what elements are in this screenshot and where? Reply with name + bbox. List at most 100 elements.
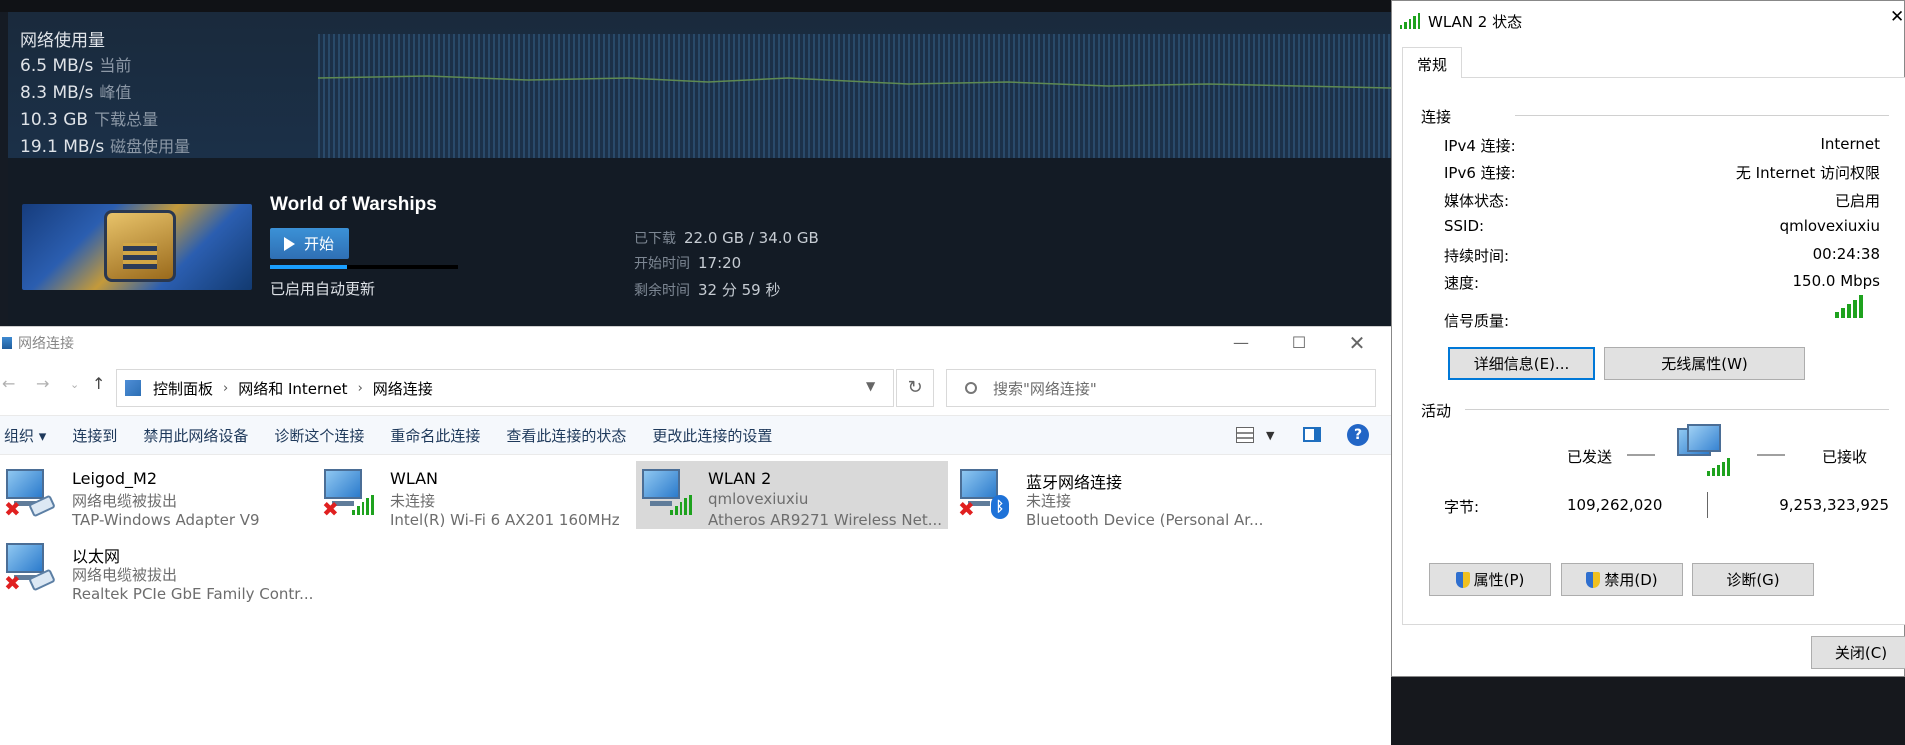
shield-icon <box>1586 571 1601 588</box>
refresh-button[interactable]: ↻ <box>896 369 934 407</box>
maximize-button[interactable]: ☐ <box>1276 327 1322 359</box>
back-arrow-icon[interactable]: ← <box>2 374 15 393</box>
list-item[interactable]: ✖ Leigod_M2 网络电缆被拔出 TAP-Windows Adapter … <box>0 461 312 529</box>
up-arrow-icon[interactable]: ↑ <box>92 374 105 393</box>
network-usage-graph <box>8 12 1391 158</box>
sent-label: 已发送 <box>1567 448 1613 466</box>
search-icon <box>965 382 977 394</box>
stat-current: 6.5 MB/s 当前 <box>20 56 132 76</box>
bytes-sent: 109,262,020 <box>1567 496 1663 514</box>
bytes-label: 字节: <box>1444 498 1480 516</box>
dialog-title: WLAN 2 状态 <box>1428 12 1523 31</box>
game-badge-icon <box>104 210 176 282</box>
diagnose-button[interactable]: 诊断(G) <box>1692 563 1814 596</box>
view-dropdown-chevron-icon[interactable]: ▼ <box>1266 429 1274 442</box>
item-status: qmlovexiuxiu <box>708 490 809 508</box>
control-panel-icon <box>125 380 141 396</box>
change-view-icon[interactable] <box>1236 427 1254 443</box>
cmd-view-status[interactable]: 查看此连接的状态 <box>506 425 626 446</box>
cmd-connect-to[interactable]: 连接到 <box>72 425 117 446</box>
cmd-change-settings[interactable]: 更改此连接的设置 <box>652 425 772 446</box>
download-progress-bar <box>270 265 458 269</box>
start-time-info: 开始时间 17:20 <box>634 254 742 272</box>
command-bar: 组织 ▾ 连接到 禁用此网络设备 诊断这个连接 重命名此连接 查看此连接的状态 … <box>0 415 1391 455</box>
recent-locations-chevron-icon[interactable]: ⌄ <box>70 378 79 391</box>
list-item[interactable]: ✖ 以太网 网络电缆被拔出 Realtek PCIe GbE Family Co… <box>0 535 314 603</box>
breadcrumb-separator-icon[interactable]: › <box>223 381 228 396</box>
network-folder-icon <box>2 337 12 349</box>
field-ssid: SSID: qmlovexiuxiu <box>1444 217 1880 235</box>
signal-quality-icon <box>1835 294 1863 318</box>
breadcrumb-separator-icon[interactable]: › <box>358 381 363 396</box>
field-ipv6: IPv6 连接: 无 Internet 访问权限 <box>1444 164 1880 182</box>
search-input[interactable]: 搜索"网络连接" <box>946 369 1376 407</box>
game-title[interactable]: World of Warships <box>270 194 437 216</box>
graph-line <box>317 75 1391 89</box>
dialog-titlebar: WLAN 2 状态 <box>1392 1 1904 41</box>
item-name: WLAN <box>390 469 439 488</box>
wireless-properties-button[interactable]: 无线属性(W) <box>1604 347 1805 380</box>
stat-peak: 8.3 MB/s 峰值 <box>20 83 132 103</box>
download-progress-fill <box>270 265 348 269</box>
stat-total: 10.3 GB 下载总量 <box>20 110 159 130</box>
search-placeholder: 搜索"网络连接" <box>993 379 1097 398</box>
item-device: Realtek PCIe GbE Family Contr... <box>72 585 314 603</box>
item-status: 网络电缆被拔出 <box>72 492 178 510</box>
divider <box>1465 409 1889 410</box>
wlan-status-dialog: WLAN 2 状态 ✕ 常规 连接 IPv4 连接: Internet IPv6 … <box>1391 0 1905 677</box>
item-device: Intel(R) Wi-Fi 6 AX201 160MHz <box>390 511 620 529</box>
start-button[interactable]: 开始 <box>270 228 349 259</box>
dialog-body: 连接 IPv4 连接: Internet IPv6 连接: 无 Internet 访… <box>1402 77 1905 625</box>
network-usage-title: 网络使用量 <box>20 31 105 51</box>
auto-update-status: 已启用自动更新 <box>270 280 376 298</box>
wifi-signal-icon <box>1400 13 1421 29</box>
properties-button[interactable]: 属性(P) <box>1429 563 1551 596</box>
breadcrumb-network-internet[interactable]: 网络和 Internet <box>238 378 347 399</box>
cmd-rename[interactable]: 重命名此连接 <box>390 425 480 446</box>
remaining-time-info: 剩余时间 32 分 59 秒 <box>634 281 781 299</box>
cmd-organize[interactable]: 组织 ▾ <box>4 425 46 446</box>
preview-pane-icon[interactable] <box>1303 427 1321 442</box>
cmd-diagnose[interactable]: 诊断这个连接 <box>274 425 364 446</box>
address-bar[interactable]: 控制面板 › 网络和 Internet › 网络连接 <box>116 369 894 407</box>
bluetooth-disconnected-icon: ᛒ ✖ <box>958 469 1009 519</box>
tab-general[interactable]: 常规 <box>1402 47 1463 78</box>
shield-icon <box>1455 571 1470 588</box>
close-dialog-button[interactable]: 关闭(C) <box>1811 636 1905 669</box>
dialog-close-icon[interactable]: ✕ <box>1890 7 1904 27</box>
item-device: TAP-Windows Adapter V9 <box>72 511 260 529</box>
item-device: Bluetooth Device (Personal Ar... <box>1026 511 1264 529</box>
activity-divider <box>1707 492 1708 518</box>
disable-button[interactable]: 禁用(D) <box>1561 563 1683 596</box>
item-name: Leigod_M2 <box>72 469 158 488</box>
details-button[interactable]: 详细信息(E)... <box>1448 347 1595 380</box>
cmd-disable-device[interactable]: 禁用此网络设备 <box>143 425 248 446</box>
minimize-button[interactable]: — <box>1218 327 1264 359</box>
help-icon[interactable]: ? <box>1347 424 1369 446</box>
list-item[interactable]: ✖ WLAN 未连接 Intel(R) Wi-Fi 6 AX201 160MHz <box>318 461 630 529</box>
divider <box>1515 115 1889 116</box>
list-item-selected[interactable]: WLAN 2 qmlovexiuxiu Atheros AR9271 Wirel… <box>636 461 948 529</box>
breadcrumb-control-panel[interactable]: 控制面板 <box>153 378 213 399</box>
breadcrumb-network-connections[interactable]: 网络连接 <box>373 378 433 399</box>
connection-section-title: 连接 <box>1421 108 1452 126</box>
field-duration: 持续时间: 00:24:38 <box>1444 245 1880 265</box>
explorer-title: 网络连接 <box>18 336 74 352</box>
close-button[interactable]: ✕ <box>1334 327 1380 359</box>
downloaded-info: 已下载 22.0 GB / 34.0 GB <box>634 229 819 247</box>
list-item[interactable]: ᛒ ✖ 蓝牙网络连接 未连接 Bluetooth Device (Personal… <box>954 461 1266 529</box>
wifi-disconnected-icon: ✖ <box>322 469 374 519</box>
wifi-connected-icon <box>640 469 692 515</box>
forward-arrow-icon[interactable]: → <box>36 374 49 393</box>
play-icon <box>284 236 295 251</box>
steam-download-panel: 网络使用量 6.5 MB/s 当前 8.3 MB/s 峰值 10.3 GB 下载总量 … <box>0 0 1391 326</box>
item-status: 网络电缆被拔出 <box>72 566 178 584</box>
item-status: 未连接 <box>1026 492 1072 510</box>
received-dash <box>1757 454 1785 456</box>
address-row: ← → ⌄ ↑ 控制面板 › 网络和 Internet › 网络连接 ▼ ↻ 搜… <box>0 365 1391 407</box>
game-cover-image[interactable] <box>22 204 252 290</box>
address-dropdown-chevron-icon[interactable]: ▼ <box>866 379 875 393</box>
explorer-titlebar: 网络连接 <box>0 327 1391 359</box>
field-signal-quality: 信号质量: <box>1444 312 1510 330</box>
stat-disk: 19.1 MB/s 磁盘使用量 <box>20 137 191 157</box>
